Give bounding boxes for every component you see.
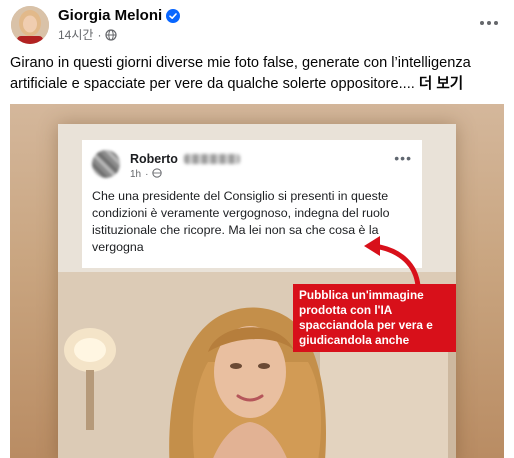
embedded-author-row: Roberto [130, 152, 240, 166]
author-row: Giorgia Meloni [58, 7, 181, 24]
see-more-link[interactable]: 더 보기 [419, 76, 463, 92]
embedded-post-time: 1h [130, 168, 142, 180]
author-name[interactable]: Giorgia Meloni [58, 7, 162, 24]
callout-label: Pubblica un'immagine prodotta con l'IA s… [293, 284, 456, 352]
embedded-meta-separator: · [145, 168, 149, 180]
post-timestamp[interactable]: 14시간 [58, 26, 93, 43]
embedded-post-meta: 1h · [130, 168, 164, 180]
blurred-avatar [92, 150, 120, 178]
blurred-surname [183, 154, 240, 164]
author-avatar[interactable] [11, 6, 49, 44]
more-options-icon[interactable] [474, 8, 504, 38]
embedded-author-name: Roberto [130, 152, 178, 166]
meta-separator: · [97, 27, 102, 42]
verified-badge-icon [166, 8, 181, 23]
post-meta: 14시간 · [58, 26, 118, 43]
red-arrow-icon [364, 236, 421, 289]
post-caption: Girano in questi giorni diverse mie foto… [10, 53, 506, 95]
screenshot-frame: Roberto 1h · ••• Che una presidente del … [58, 124, 456, 458]
post-header: Giorgia Meloni 14시간 · [0, 0, 514, 46]
embedded-globe-icon [152, 168, 164, 180]
globe-icon [105, 28, 118, 41]
caption-text: Girano in questi giorni diverse mie foto… [10, 55, 471, 92]
embedded-more-icon: ••• [394, 150, 412, 166]
post-image[interactable]: Roberto 1h · ••• Che una presidente del … [10, 104, 504, 458]
